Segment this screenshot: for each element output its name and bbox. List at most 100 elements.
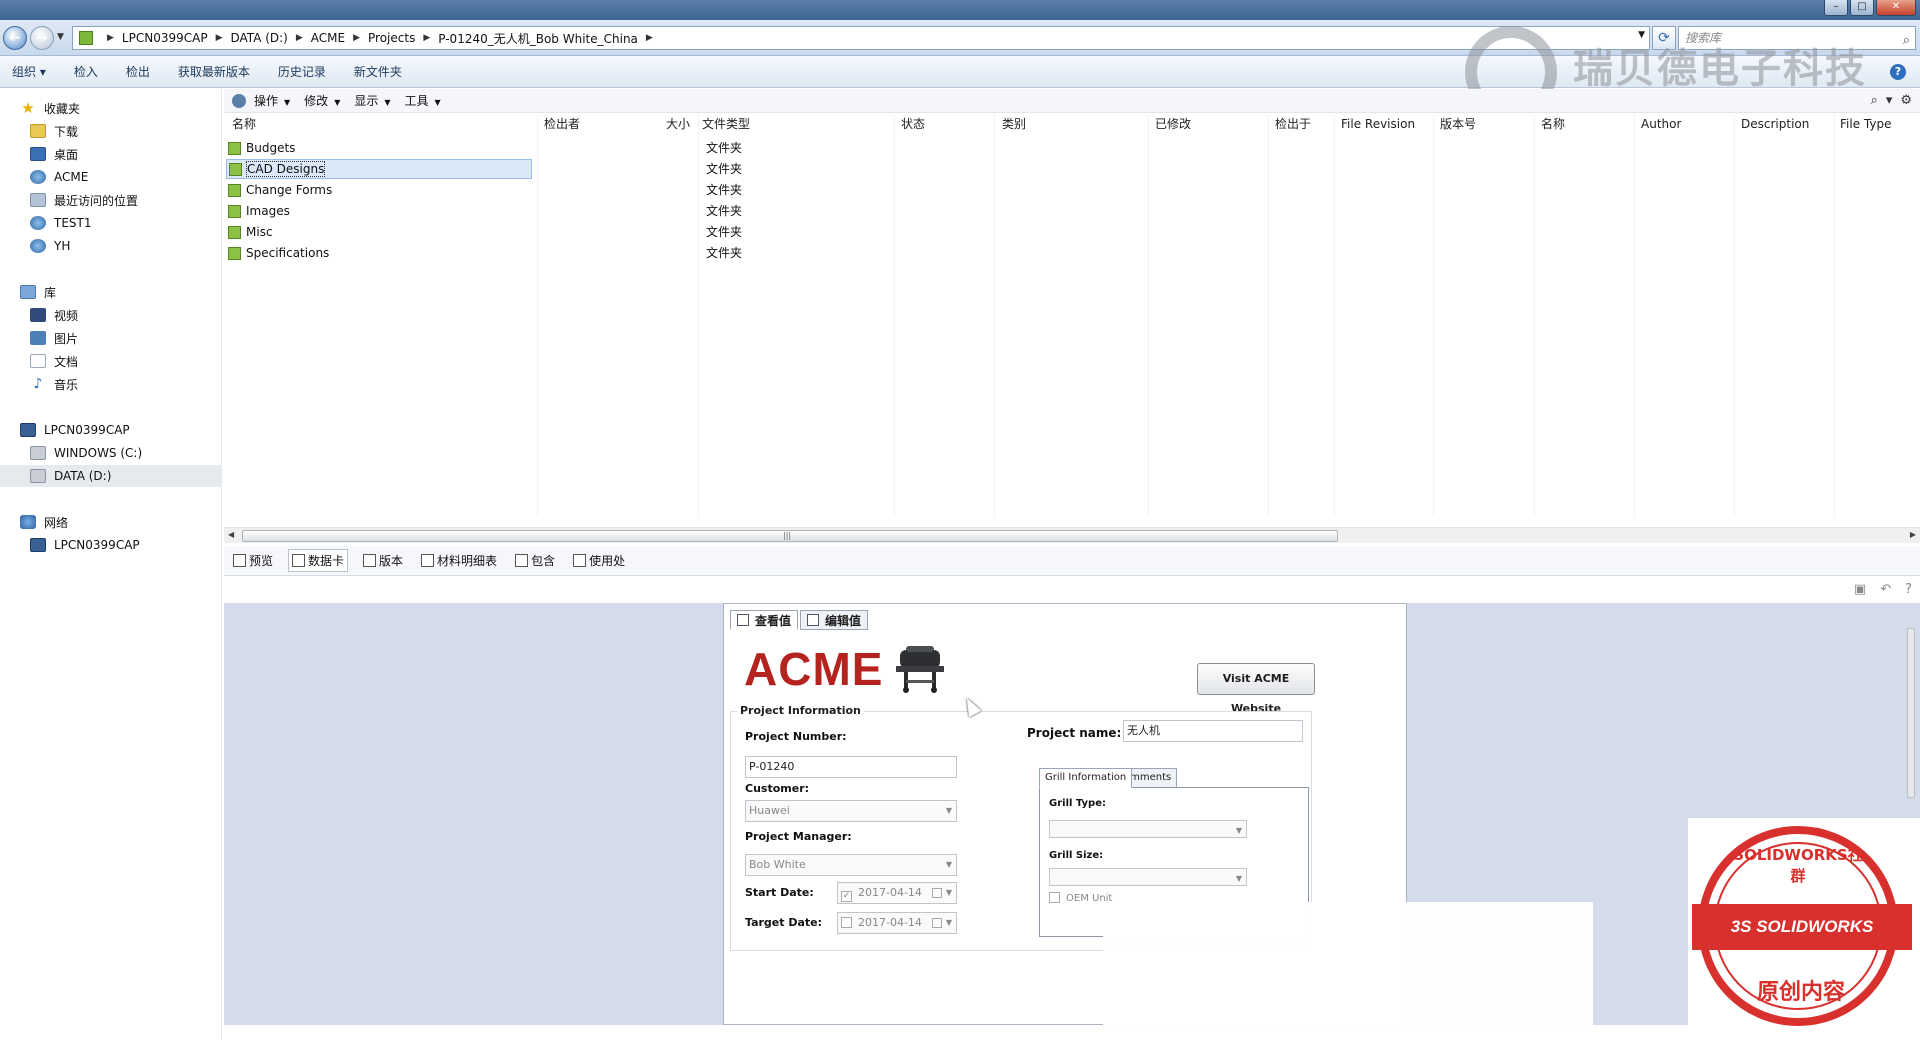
close-button[interactable]: ✕: [1876, 0, 1916, 16]
file-row[interactable]: Specifications 文件夹: [228, 243, 1908, 263]
file-name-cell[interactable]: Misc: [228, 222, 273, 242]
target-date-picker[interactable]: 2017-04-14 ▼: [837, 912, 957, 934]
zoom-icon[interactable]: ⌕: [1871, 93, 1878, 108]
new-folder-button[interactable]: 新文件夹: [354, 63, 402, 80]
scrollbar-thumb[interactable]: [1907, 628, 1915, 798]
grill-type-select[interactable]: ▼: [1049, 820, 1247, 838]
tab-version[interactable]: 版本: [360, 550, 406, 571]
address-bar[interactable]: ▶ LPCN0399CAP ▶ DATA (D:) ▶ ACME ▶ Proje…: [72, 26, 1650, 50]
nav-network[interactable]: 网络: [20, 511, 68, 533]
search-input[interactable]: 搜索库 ⌕: [1678, 26, 1916, 50]
organize-menu[interactable]: 组织 ▾: [12, 63, 46, 80]
breadcrumb-drive[interactable]: DATA (D:): [230, 31, 287, 45]
maximize-button[interactable]: □: [1850, 0, 1874, 16]
nav-item-downloads[interactable]: 下载: [30, 120, 78, 142]
tools-menu[interactable]: 工具 ▼: [405, 92, 441, 109]
nav-item-drive-c[interactable]: WINDOWS (C:): [30, 442, 142, 464]
file-row[interactable]: Change Forms 文件夹: [228, 180, 1908, 200]
actions-menu[interactable]: 操作 ▼: [254, 92, 290, 109]
file-name-cell[interactable]: Specifications: [228, 243, 329, 263]
nav-libraries[interactable]: 库: [20, 281, 56, 303]
file-row[interactable]: Images 文件夹: [228, 201, 1908, 221]
file-name-cell[interactable]: Budgets: [228, 138, 295, 158]
chevron-right-icon[interactable]: ▶: [353, 33, 360, 43]
start-date-picker[interactable]: ✓ 2017-04-14 ▼: [837, 882, 957, 904]
breadcrumb-vault[interactable]: ACME: [311, 31, 345, 45]
address-dropdown-icon[interactable]: ▼: [1638, 30, 1645, 40]
nav-item-pictures[interactable]: 图片: [30, 327, 78, 349]
modify-menu[interactable]: 修改 ▼: [304, 92, 340, 109]
vertical-scrollbar[interactable]: [1904, 620, 1918, 820]
check-in-button[interactable]: 检入: [74, 63, 98, 80]
undo-icon[interactable]: ↶: [1880, 582, 1891, 597]
calendar-icon[interactable]: [932, 918, 942, 928]
nav-item-desktop[interactable]: 桌面: [30, 143, 78, 165]
project-manager-select[interactable]: Bob White ▼: [745, 854, 957, 876]
nav-item-yh[interactable]: YH: [30, 235, 70, 257]
file-name-cell[interactable]: Change Forms: [228, 180, 332, 200]
settings-icon[interactable]: ⚙: [1900, 93, 1912, 108]
nav-computer[interactable]: LPCN0399CAP: [20, 419, 130, 441]
horizontal-scrollbar[interactable]: ◀ ||| ▶: [224, 527, 1920, 543]
tab-bom[interactable]: 材料明细表: [418, 550, 500, 571]
tab-edit-values[interactable]: 编辑值: [800, 610, 869, 630]
back-arrow-icon[interactable]: ←: [3, 26, 27, 50]
project-number-field[interactable]: P-01240: [745, 756, 957, 778]
col-author[interactable]: Author: [1641, 115, 1681, 133]
file-name-cell-selected[interactable]: CAD Designs: [226, 159, 532, 179]
chevron-right-icon[interactable]: ▶: [107, 33, 114, 43]
nav-favorites[interactable]: ★ 收藏夹: [20, 97, 80, 119]
history-dropdown-icon[interactable]: ▼: [57, 32, 64, 42]
col-file-revision[interactable]: File Revision: [1341, 115, 1415, 133]
col-file-type[interactable]: 文件类型: [702, 115, 750, 133]
refresh-icon[interactable]: ⟳: [1652, 26, 1676, 50]
col-file-type-2[interactable]: File Type: [1840, 115, 1891, 133]
tab-preview[interactable]: 预览: [230, 550, 276, 571]
nav-item-test1[interactable]: TEST1: [30, 212, 92, 234]
checkbox-icon[interactable]: [841, 917, 852, 928]
file-row[interactable]: CAD Designs 文件夹: [226, 159, 1908, 179]
search-icon[interactable]: ⌕: [1903, 30, 1910, 52]
visit-website-button[interactable]: Visit ACME Website: [1197, 663, 1315, 715]
nav-item-acme[interactable]: ACME: [30, 166, 88, 188]
col-version[interactable]: 版本号: [1440, 115, 1476, 133]
chevron-right-icon[interactable]: ▶: [646, 33, 653, 43]
tab-grill-information[interactable]: Grill Information: [1039, 768, 1133, 788]
nav-item-documents[interactable]: 文档: [30, 350, 78, 372]
file-row[interactable]: Budgets 文件夹: [228, 138, 1908, 158]
tab-contains[interactable]: 包含: [512, 550, 558, 571]
help-icon[interactable]: ?: [1890, 64, 1906, 80]
checkbox-checked-icon[interactable]: ✓: [841, 891, 852, 902]
minimize-button[interactable]: –: [1824, 0, 1848, 16]
project-name-field[interactable]: 无人机: [1123, 720, 1303, 742]
tab-where-used[interactable]: 使用处: [570, 550, 628, 571]
nav-item-videos[interactable]: 视频: [30, 304, 78, 326]
file-name-cell[interactable]: Images: [228, 201, 290, 221]
grill-size-select[interactable]: ▼: [1049, 868, 1247, 886]
chevron-right-icon[interactable]: ▶: [423, 33, 430, 43]
scroll-right-icon[interactable]: ▶: [1910, 530, 1916, 539]
col-size[interactable]: 大小: [666, 115, 690, 133]
display-menu[interactable]: 显示 ▼: [354, 92, 390, 109]
chevron-down-icon[interactable]: ▾: [1886, 93, 1893, 108]
col-checked-out-in[interactable]: 检出于: [1275, 115, 1311, 133]
save-icon[interactable]: ▣: [1854, 582, 1866, 597]
col-modified[interactable]: 已修改: [1155, 115, 1191, 133]
col-state[interactable]: 状态: [901, 115, 925, 133]
breadcrumb-computer[interactable]: LPCN0399CAP: [122, 31, 208, 45]
col-description[interactable]: Description: [1741, 115, 1809, 133]
forward-arrow-icon[interactable]: →: [30, 26, 54, 50]
nav-item-network-pc[interactable]: LPCN0399CAP: [30, 534, 140, 556]
breadcrumb-projects[interactable]: Projects: [368, 31, 415, 45]
chevron-right-icon[interactable]: ▶: [216, 33, 223, 43]
col-checked-out-by[interactable]: 检出者: [544, 115, 580, 133]
nav-item-drive-d[interactable]: DATA (D:): [0, 465, 221, 487]
col-name[interactable]: 名称: [232, 115, 256, 133]
customer-select[interactable]: Huawei ▼: [745, 800, 957, 822]
help-icon[interactable]: ?: [1905, 582, 1912, 597]
col-title[interactable]: 名称: [1541, 115, 1565, 133]
scroll-left-icon[interactable]: ◀: [228, 530, 234, 539]
scrollbar-thumb[interactable]: |||: [242, 530, 1338, 542]
file-row[interactable]: Misc 文件夹: [228, 222, 1908, 242]
calendar-icon[interactable]: [932, 888, 942, 898]
